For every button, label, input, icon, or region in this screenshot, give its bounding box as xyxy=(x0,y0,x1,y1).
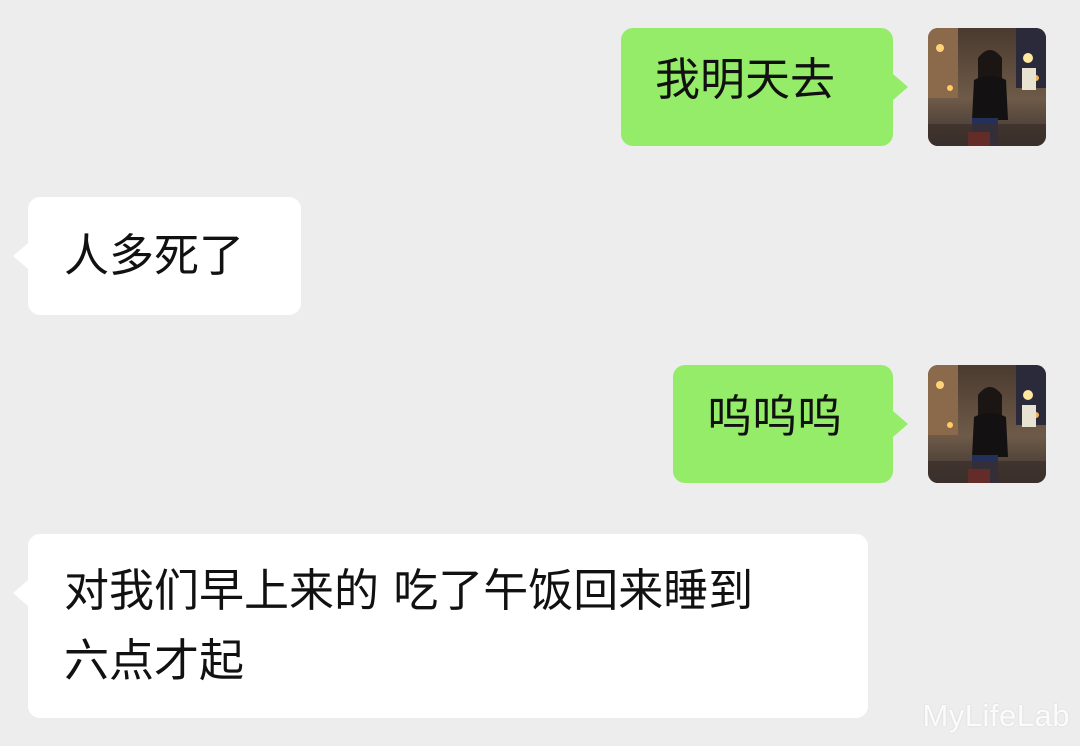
bubble-tail-icon xyxy=(13,243,28,269)
message-bubble-sent[interactable]: 我明天去 xyxy=(621,28,893,146)
bubble-tail-icon xyxy=(893,74,908,100)
message-bubble-received[interactable]: 人多死了 xyxy=(28,197,301,315)
message-text: 呜呜呜 xyxy=(707,390,843,443)
message-bubble-received[interactable]: 对我们早上来的 吃了午饭回来睡到 六点才起 xyxy=(28,534,868,718)
user-avatar[interactable] xyxy=(928,365,1046,483)
message-bubble-sent[interactable]: 呜呜呜 xyxy=(673,365,893,483)
avatar-photo-icon xyxy=(928,28,1046,146)
watermark-text: MyLifeLab xyxy=(922,698,1070,733)
message-text: 人多死了 xyxy=(64,229,245,282)
avatar-photo-icon xyxy=(928,365,1046,483)
message-text-line: 对我们早上来的 吃了午饭回来睡到 xyxy=(64,564,754,617)
bubble-tail-icon xyxy=(13,580,28,606)
chat-thread: 我明天去 人多死了 呜呜呜 对我们早上来的 吃了午饭回来睡到 六点才起 MyLi… xyxy=(0,0,1080,746)
bubble-tail-icon xyxy=(893,411,908,437)
user-avatar[interactable] xyxy=(928,28,1046,146)
message-text-line: 六点才起 xyxy=(64,634,245,687)
message-text: 我明天去 xyxy=(655,53,836,106)
